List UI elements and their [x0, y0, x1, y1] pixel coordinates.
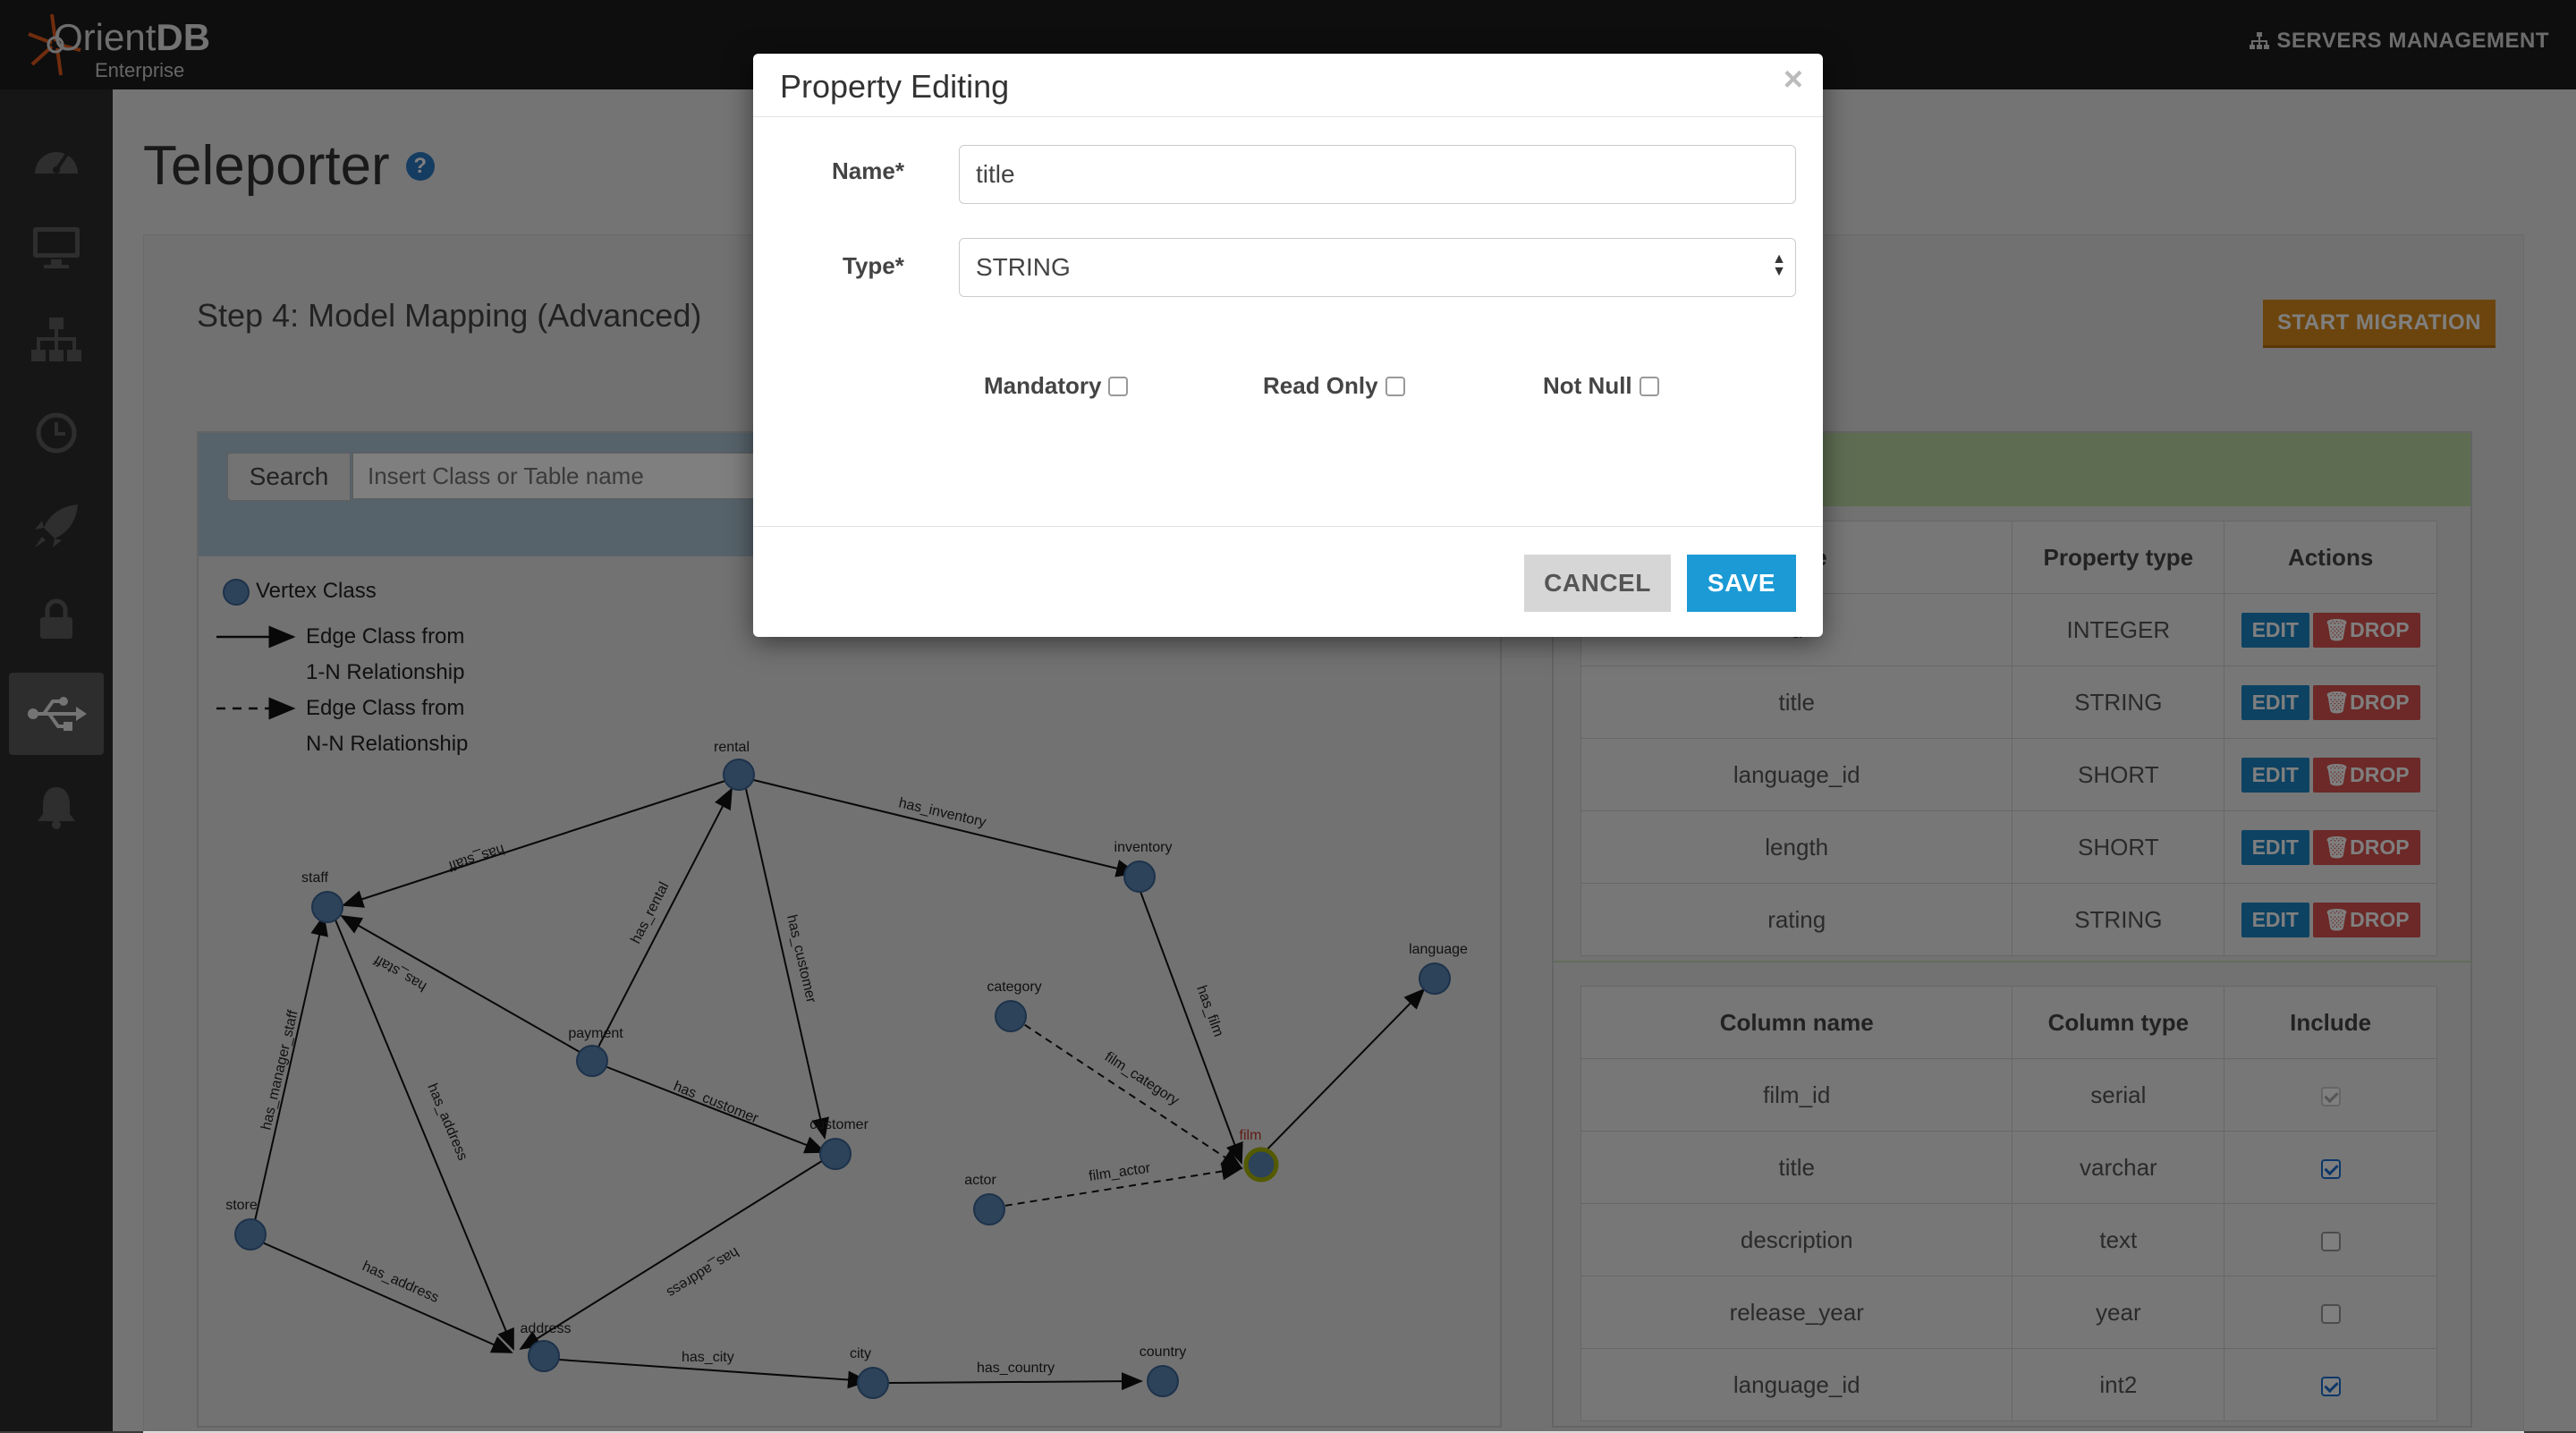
- read-only-label: Read Only: [1263, 372, 1378, 399]
- cancel-button[interactable]: CANCEL: [1524, 555, 1671, 612]
- read-only-checkbox[interactable]: [1385, 376, 1405, 396]
- type-select-value: STRING: [976, 253, 1071, 281]
- close-icon[interactable]: ×: [1784, 61, 1803, 99]
- save-button[interactable]: SAVE: [1687, 555, 1796, 612]
- mandatory-label: Mandatory: [984, 372, 1102, 399]
- property-editing-modal: Property Editing × Name* Type* STRING ▲▼…: [753, 54, 1823, 637]
- not-null-checkbox[interactable]: [1639, 376, 1659, 396]
- type-select[interactable]: STRING ▲ ▼: [959, 238, 1796, 297]
- name-input[interactable]: [959, 145, 1796, 204]
- read-only-option[interactable]: Read Only: [1263, 372, 1405, 400]
- select-arrows-icon: ▲ ▼: [1772, 251, 1786, 279]
- mandatory-checkbox[interactable]: [1108, 376, 1129, 396]
- modal-title: Property Editing: [780, 68, 1010, 105]
- name-label: Name*: [832, 157, 904, 184]
- not-null-option[interactable]: Not Null: [1543, 372, 1659, 400]
- modal-header-divider: [753, 116, 1823, 117]
- type-label: Type*: [843, 252, 904, 279]
- mandatory-option[interactable]: Mandatory: [984, 372, 1129, 400]
- not-null-label: Not Null: [1543, 372, 1632, 399]
- modal-footer-divider: [753, 526, 1823, 527]
